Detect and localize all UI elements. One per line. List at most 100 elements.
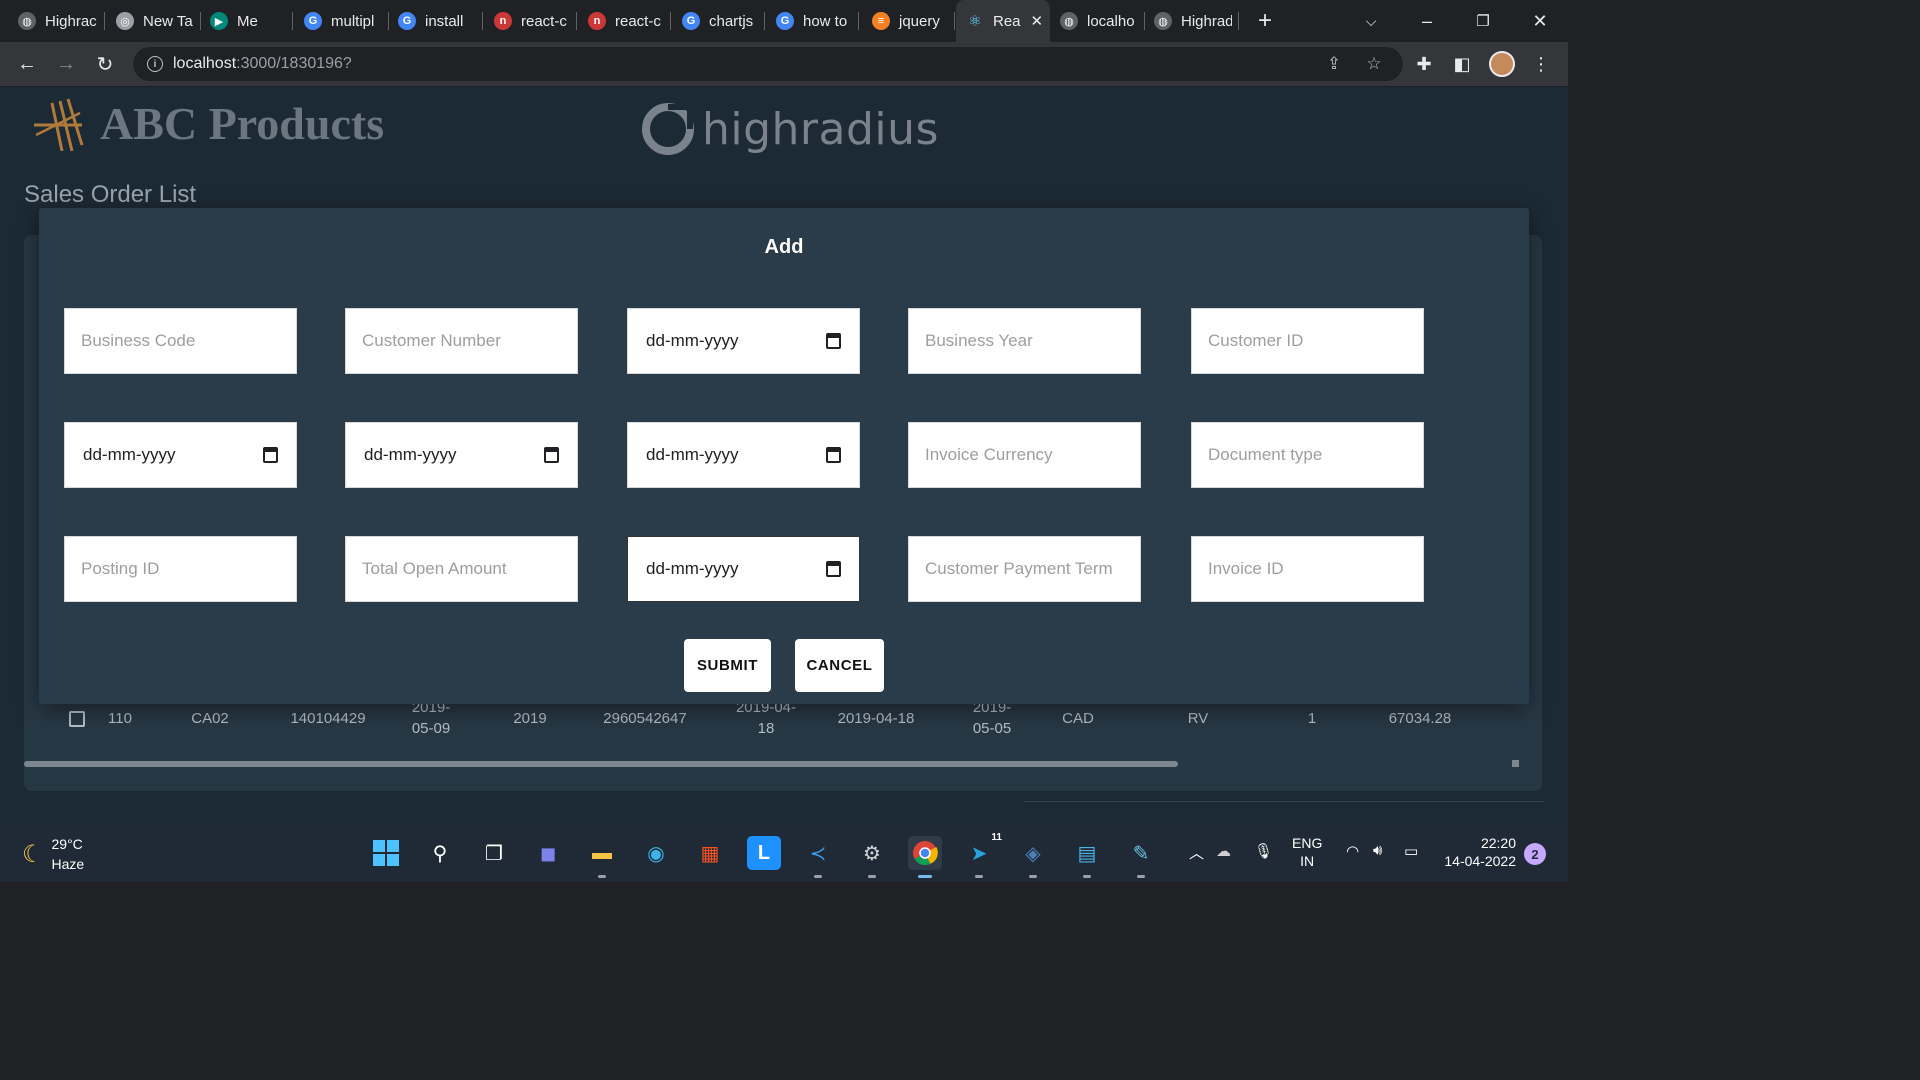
address-bar[interactable]: i localhost:3000/1830196? ⇪ ☆ <box>133 47 1403 81</box>
posting-id-field[interactable] <box>64 536 297 602</box>
calendar-icon[interactable] <box>826 447 841 463</box>
teams-chat-icon[interactable]: ◼ <box>531 836 565 870</box>
start-windows-icon[interactable] <box>369 836 403 870</box>
notification-badge[interactable]: 2 <box>1524 843 1546 865</box>
onedrive-icon[interactable]: ☁ <box>1216 842 1231 860</box>
tab-active-react-app[interactable]: ⚛ Rea ✕ <box>956 0 1050 42</box>
paint-icon[interactable]: ✎ <box>1124 836 1158 878</box>
learning-app-icon[interactable]: L <box>747 836 781 870</box>
back-button[interactable]: ← <box>13 50 41 78</box>
cancel-button[interactable]: CANCEL <box>795 639 884 692</box>
notepad-icon[interactable]: ▤ <box>1070 836 1104 878</box>
site-info-icon[interactable]: i <box>147 56 163 72</box>
invoice-currency-input[interactable] <box>925 445 1124 465</box>
abc-logo-icon <box>34 98 84 151</box>
tab-9[interactable]: Ghow to <box>776 6 852 36</box>
customer-id-field[interactable] <box>1191 308 1424 374</box>
document-type-input[interactable] <box>1208 445 1407 465</box>
tab-1[interactable]: ◍ Highrac <box>18 6 98 36</box>
minimize-button[interactable]: – <box>1413 8 1441 34</box>
microsoft-store-icon[interactable]: ▦ <box>693 836 727 870</box>
file-explorer-icon[interactable]: ▬ <box>585 836 619 878</box>
total-open-amount-field[interactable] <box>345 536 578 602</box>
task-view-icon[interactable]: ❐ <box>477 836 511 870</box>
vscode-icon[interactable]: ≺ <box>801 836 835 878</box>
chrome-icon[interactable] <box>908 836 942 878</box>
calendar-icon[interactable] <box>263 447 278 463</box>
tab-8[interactable]: Gchartjs <box>682 6 758 36</box>
tab-label: react-c <box>615 12 661 30</box>
google-icon: G <box>304 12 322 30</box>
business-year-field[interactable] <box>908 308 1141 374</box>
edge-browser-icon[interactable]: ◉ <box>639 836 673 870</box>
tab-5[interactable]: Ginstall <box>398 6 476 36</box>
total-open-amount-input[interactable] <box>362 559 561 579</box>
weather-condition: Haze <box>51 856 85 872</box>
tab-3[interactable]: ▶ Me <box>210 6 286 36</box>
business-code-field[interactable] <box>64 308 297 374</box>
restore-button[interactable]: ❐ <box>1469 8 1497 34</box>
horizontal-scrollbar[interactable] <box>24 761 1178 767</box>
weather-widget[interactable]: ☾ 29°C Haze <box>22 834 84 874</box>
hidden-icons-chevron-icon[interactable]: ︿ <box>1189 842 1204 863</box>
invoice-id-field[interactable] <box>1191 536 1424 602</box>
microphone-icon[interactable]: 🎙︎ <box>1254 842 1273 860</box>
windows-taskbar: ☾ 29°C Haze ⚲ ❐ ◼ ▬ ◉ ▦ L ≺ ⚙ ➤ 11 ◈ ▤ ✎ … <box>0 824 1568 882</box>
tab-7[interactable]: n react-c <box>588 6 664 36</box>
globe-icon: ◍ <box>1060 12 1078 30</box>
page-title: Sales Order List <box>24 181 197 208</box>
tab-4[interactable]: Gmultipl <box>304 6 382 36</box>
search-icon[interactable]: ⚲ <box>423 836 457 870</box>
tab-2[interactable]: ◍ Highrad <box>1154 6 1232 36</box>
tab-search-chevron-icon[interactable]: ⌵ <box>1357 8 1385 34</box>
customer-number-input[interactable] <box>362 331 561 351</box>
extensions-puzzle-icon[interactable]: ✚ <box>1410 50 1438 78</box>
clock[interactable]: 22:20 14-04-2022 <box>1440 834 1516 870</box>
forward-button[interactable]: → <box>52 50 80 78</box>
telegram-icon[interactable]: ➤ 11 <box>962 832 1002 878</box>
tab-10[interactable]: ≡ jquery <box>872 6 948 36</box>
share-icon[interactable]: ⇪ <box>1321 51 1347 77</box>
reload-button[interactable]: ↻ <box>91 50 119 78</box>
customer-number-field[interactable] <box>345 308 578 374</box>
posting-date-field[interactable]: dd-mm-yyyy <box>64 422 297 488</box>
customer-id-input[interactable] <box>1208 331 1407 351</box>
settings-gear-icon[interactable]: ⚙ <box>855 836 889 878</box>
battery-icon[interactable]: ▭ <box>1404 842 1418 860</box>
highradius-logo-text: highradius <box>702 103 939 155</box>
side-panel-icon[interactable]: ◧ <box>1448 50 1476 78</box>
business-code-input[interactable] <box>81 331 280 351</box>
language-indicator[interactable]: ENG IN <box>1292 834 1322 870</box>
document-create-date-field[interactable]: dd-mm-yyyy <box>345 422 578 488</box>
business-year-input[interactable] <box>925 331 1124 351</box>
invoice-id-input[interactable] <box>1208 559 1407 579</box>
profile-avatar[interactable] <box>1489 51 1515 77</box>
tab-6[interactable]: n react-c <box>494 6 570 36</box>
tab-1[interactable]: ◍ localho <box>1060 6 1138 36</box>
due-date-field[interactable]: dd-mm-yyyy <box>627 422 860 488</box>
submit-button[interactable]: SUBMIT <box>684 639 771 692</box>
tab-separator <box>104 12 105 30</box>
volume-icon[interactable]: 🔊︎ <box>1373 842 1382 859</box>
baseline-create-date-field[interactable]: dd-mm-yyyy <box>627 536 860 602</box>
stackoverflow-icon: ≡ <box>872 12 890 30</box>
new-tab-button[interactable]: + <box>1251 7 1279 34</box>
clear-date-field[interactable]: dd-mm-yyyy <box>627 308 860 374</box>
close-tab-icon[interactable]: ✕ <box>1031 12 1044 30</box>
mysql-workbench-icon[interactable]: ◈ <box>1016 836 1050 878</box>
posting-id-input[interactable] <box>81 559 280 579</box>
date-placeholder: dd-mm-yyyy <box>83 445 176 464</box>
npm-icon: n <box>588 12 606 30</box>
tab-2[interactable]: ◎ New Ta <box>116 6 194 36</box>
menu-kebab-icon[interactable]: ⋮ <box>1527 50 1555 78</box>
calendar-icon[interactable] <box>826 333 841 349</box>
close-window-button[interactable]: ✕ <box>1526 8 1554 34</box>
calendar-icon[interactable] <box>826 561 841 577</box>
invoice-currency-field[interactable] <box>908 422 1141 488</box>
bookmark-star-icon[interactable]: ☆ <box>1361 51 1387 77</box>
customer-payment-term-input[interactable] <box>925 559 1124 579</box>
calendar-icon[interactable] <box>544 447 559 463</box>
document-type-field[interactable] <box>1191 422 1424 488</box>
wifi-icon[interactable]: ◠ <box>1346 842 1359 860</box>
customer-payment-term-field[interactable] <box>908 536 1141 602</box>
